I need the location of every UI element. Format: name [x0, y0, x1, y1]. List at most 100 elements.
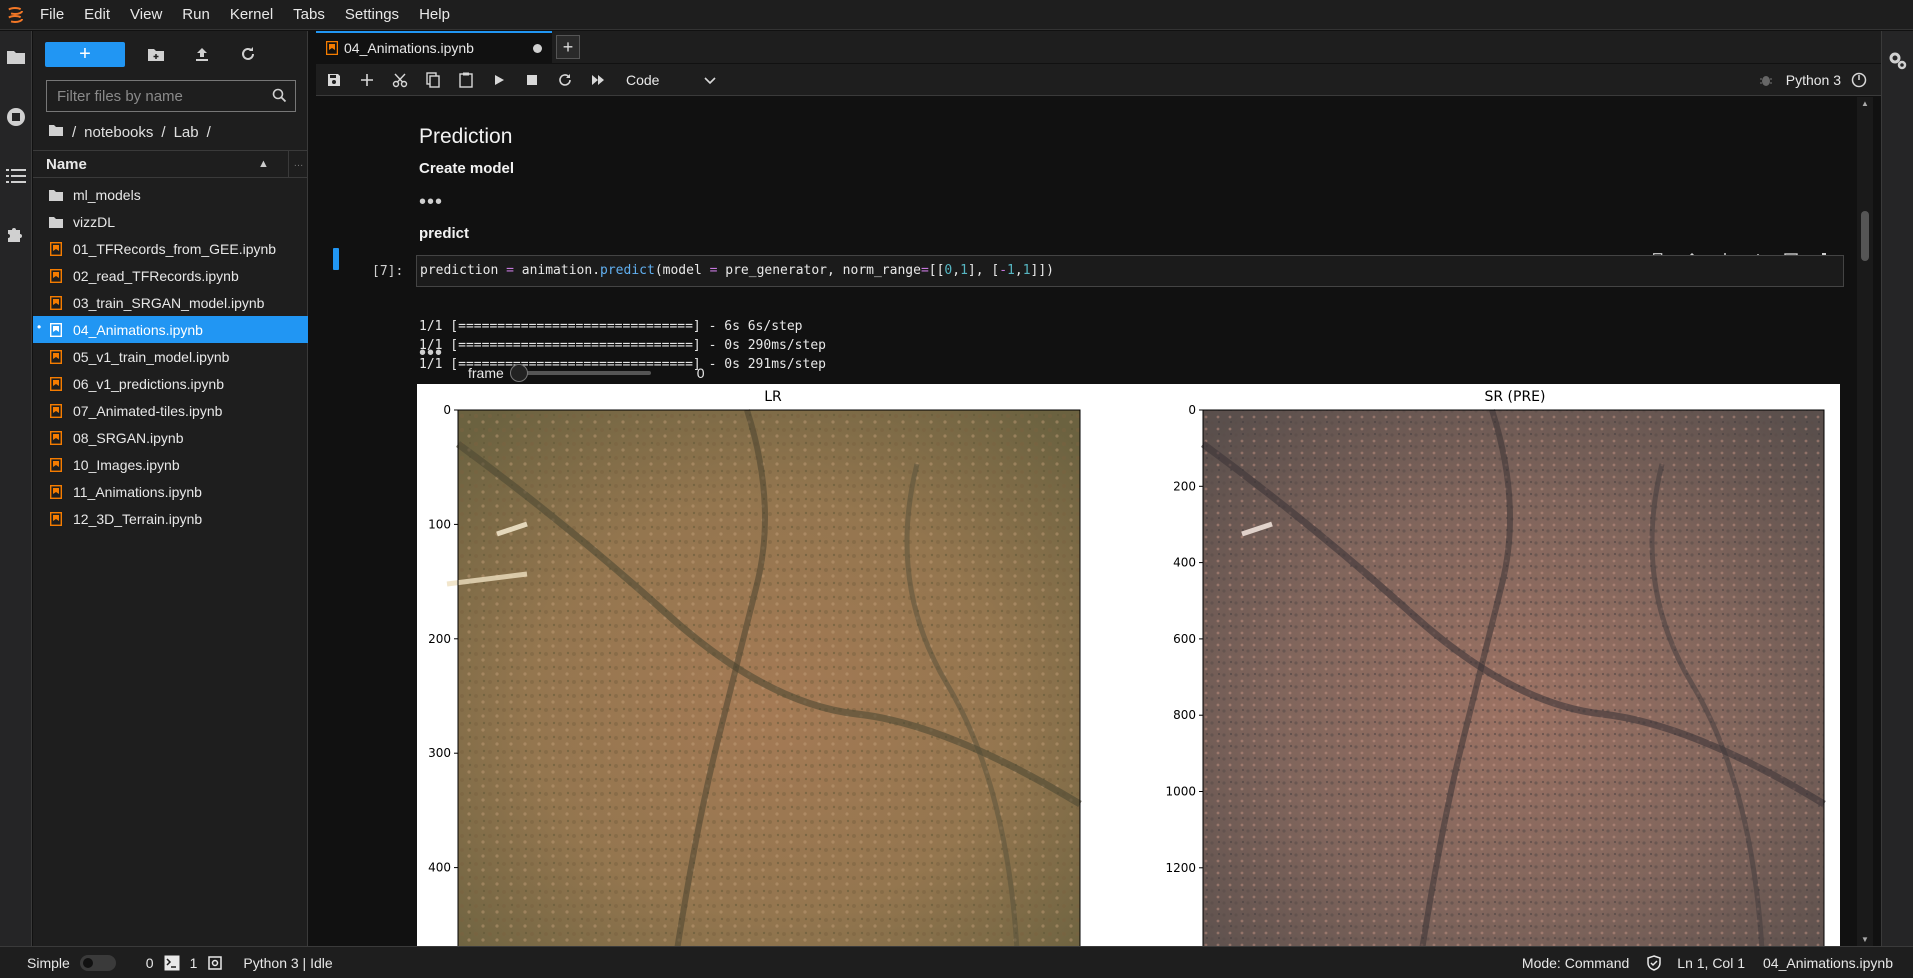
menu-help[interactable]: Help — [409, 0, 460, 30]
frame-slider[interactable] — [509, 364, 651, 382]
notebook-list-item[interactable]: 07_Animated-tiles.ipynb — [33, 397, 308, 424]
trusted-shield-icon[interactable] — [1647, 954, 1662, 971]
running-kernels-icon[interactable] — [4, 105, 28, 129]
code-number: 1 — [1022, 263, 1031, 278]
menu-run[interactable]: Run — [172, 0, 220, 30]
notebook-list-item[interactable]: 08_SRGAN.ipynb — [33, 424, 308, 451]
file-name: 10_Images.ipynb — [73, 456, 180, 473]
kernel-status-icon — [1851, 72, 1867, 88]
slider-handle[interactable] — [509, 364, 528, 382]
menu-edit[interactable]: Edit — [74, 0, 120, 30]
collapsed-output-ellipsis[interactable]: ••• — [419, 342, 443, 365]
code-token: ], [ — [967, 263, 1000, 278]
breadcrumb-notebooks[interactable]: notebooks — [84, 124, 153, 141]
notebook-list-item[interactable]: 10_Images.ipynb — [33, 451, 308, 478]
notebook-icon — [47, 456, 65, 474]
notebook-list-item[interactable]: 11_Animations.ipynb — [33, 478, 308, 505]
terminal-count[interactable]: 0 — [146, 955, 154, 971]
paste-icon[interactable] — [449, 66, 482, 94]
y-tick-label: 200 — [428, 632, 451, 646]
save-icon[interactable] — [317, 66, 350, 94]
extension-manager-icon[interactable] — [4, 222, 28, 246]
file-name: 01_TFRecords_from_GEE.ipynb — [73, 240, 277, 257]
notebook-scrollbar[interactable]: ▲ ▼ — [1857, 97, 1873, 946]
code-function: predict — [600, 263, 655, 278]
code-cell-editor[interactable]: prediction = animation.predict(model = p… — [416, 255, 1844, 287]
table-of-contents-icon[interactable] — [4, 164, 28, 188]
scroll-up-icon[interactable]: ▲ — [1861, 99, 1869, 108]
right-y-axis: 0 200 400 600 800 1000 1200 — [1165, 403, 1203, 875]
notebook-list-item[interactable]: 04_Animations.ipynb — [33, 316, 308, 343]
home-folder-icon[interactable] — [48, 123, 64, 141]
folder-list-item[interactable]: ml_models — [33, 181, 308, 208]
restart-run-all-icon[interactable] — [581, 66, 614, 94]
notebook-list-item[interactable]: 03_train_SRGAN_model.ipynb — [33, 289, 308, 316]
insert-cell-icon[interactable] — [350, 66, 383, 94]
upload-icon[interactable] — [187, 42, 217, 67]
file-name: vizzDL — [73, 213, 116, 230]
breadcrumb-lab[interactable]: Lab — [174, 124, 199, 141]
y-tick-label: 400 — [1173, 556, 1196, 570]
frame-slider-widget: frame 0 — [468, 364, 705, 382]
cursor-position[interactable]: Ln 1, Col 1 — [1677, 955, 1745, 971]
scrollbar-thumb[interactable] — [1861, 211, 1869, 261]
execution-count: [7]: — [372, 264, 404, 279]
code-token: , — [952, 263, 961, 278]
menu-tabs[interactable]: Tabs — [283, 0, 335, 30]
file-name: 03_train_SRGAN_model.ipynb — [73, 294, 265, 311]
filter-files-input[interactable]: Filter files by name — [46, 80, 296, 112]
menu-settings[interactable]: Settings — [335, 0, 409, 30]
menu-view[interactable]: View — [120, 0, 172, 30]
debugger-icon[interactable] — [1759, 73, 1772, 87]
stop-icon[interactable] — [515, 66, 548, 94]
notebook-list-item[interactable]: 06_v1_predictions.ipynb — [33, 370, 308, 397]
tab-04-animations[interactable]: 04_Animations.ipynb — [316, 31, 552, 63]
notebook-list-item[interactable]: 05_v1_train_model.ipynb — [33, 343, 308, 370]
notebook-list-item[interactable]: 01_TFRecords_from_GEE.ipynb — [33, 235, 308, 262]
code-token: pre_generator, norm_range — [717, 263, 921, 278]
file-name: 12_3D_Terrain.ipynb — [73, 510, 203, 527]
code-number: 1 — [1007, 263, 1015, 278]
run-icon[interactable] — [482, 66, 515, 94]
scroll-down-icon[interactable]: ▼ — [1861, 935, 1869, 944]
code-operator: = — [920, 263, 929, 278]
menu-file[interactable]: File — [30, 0, 74, 30]
simple-mode-toggle[interactable] — [79, 954, 116, 971]
notebook-list-item[interactable]: 02_read_TFRecords.ipynb — [33, 262, 308, 289]
cut-icon[interactable] — [383, 66, 416, 94]
folder-list-item[interactable]: vizzDL — [33, 208, 308, 235]
cell-type-dropdown[interactable]: Code — [626, 72, 716, 88]
y-tick-label: 0 — [1188, 403, 1196, 417]
property-inspector-icon[interactable] — [1886, 49, 1910, 73]
kernel-name[interactable]: Python 3 — [1786, 72, 1841, 88]
refresh-icon[interactable] — [233, 42, 263, 67]
file-name: 06_v1_predictions.ipynb — [73, 375, 224, 392]
breadcrumb-sep: / — [161, 123, 166, 141]
slider-value: 0 — [696, 365, 705, 381]
file-list: ml_models vizzDL 01_TFRecords_from_GEE.ipy… — [33, 181, 308, 532]
kernel-count[interactable]: 1 — [190, 955, 198, 971]
copy-icon[interactable] — [416, 66, 449, 94]
name-column-header[interactable]: Name — [33, 156, 258, 173]
new-launcher-button[interactable]: + — [45, 41, 125, 67]
active-cell-marker[interactable] — [333, 248, 339, 270]
file-name: 02_read_TFRecords.ipynb — [73, 267, 239, 284]
left-activity-bar — [0, 31, 32, 946]
add-tab-button[interactable]: + — [556, 35, 580, 59]
unsaved-indicator-icon[interactable] — [533, 44, 542, 53]
right-satellite-image — [1200, 409, 1826, 946]
notebook-list-item[interactable]: 12_3D_Terrain.ipynb — [33, 505, 308, 532]
folder-icon[interactable] — [4, 45, 28, 69]
code-operator: - — [999, 263, 1008, 278]
kernel-status-text[interactable]: Python 3 | Idle — [243, 955, 332, 971]
collapsed-cell-ellipsis[interactable]: ••• — [419, 191, 443, 214]
menu-kernel[interactable]: Kernel — [220, 0, 283, 30]
file-name: 04_Animations.ipynb — [73, 321, 203, 338]
y-tick-label: 100 — [428, 517, 451, 531]
filter-placeholder: Filter files by name — [57, 87, 183, 105]
new-folder-icon[interactable] — [141, 42, 171, 67]
sort-ascending-icon[interactable]: ▲ — [258, 158, 288, 170]
restart-kernel-icon[interactable] — [548, 66, 581, 94]
column-more-icon[interactable]: … — [288, 150, 308, 178]
kernel-indicator: Python 3 — [1759, 64, 1867, 96]
